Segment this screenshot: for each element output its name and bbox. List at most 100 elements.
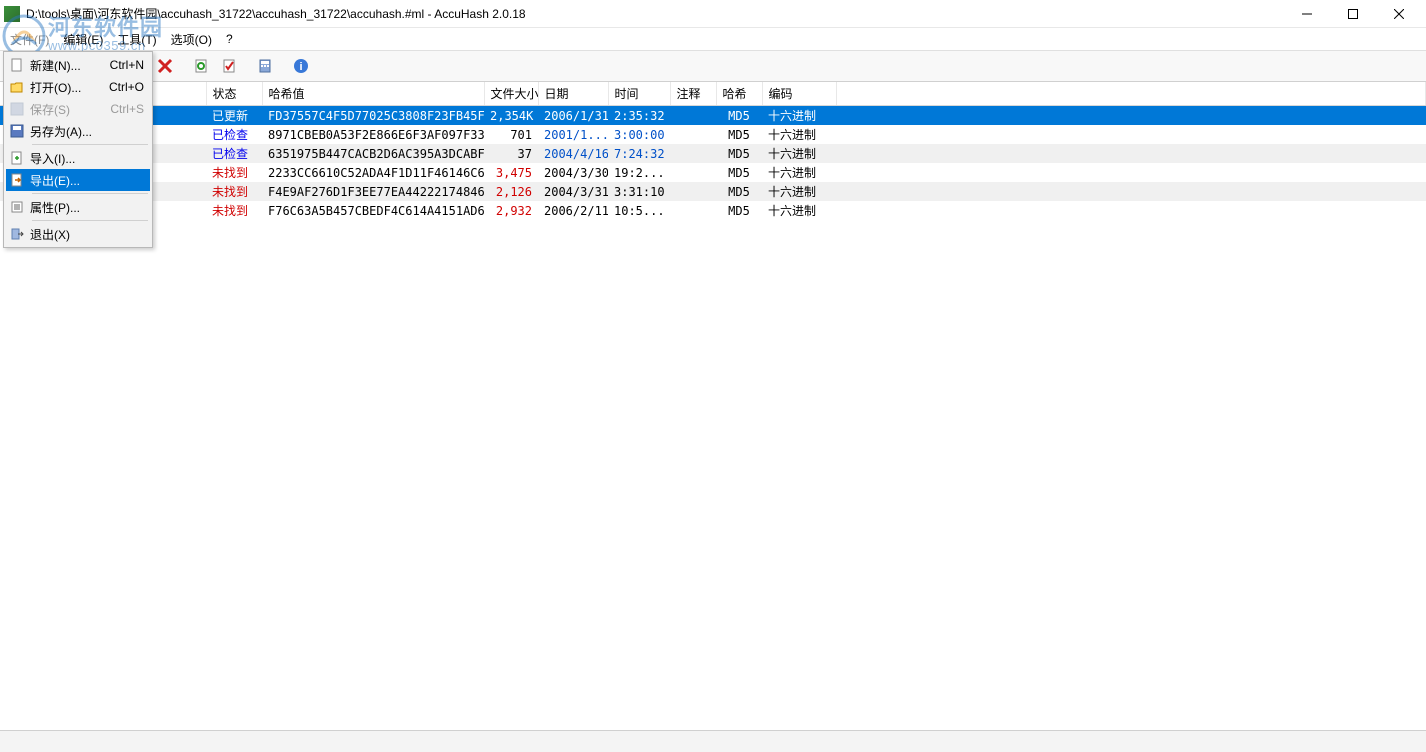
new-file-icon xyxy=(8,57,26,73)
file-menu-dropdown: 新建(N)... Ctrl+N 打开(O)... Ctrl+O 保存(S) Ct… xyxy=(3,51,153,248)
col-note[interactable]: 注释 xyxy=(670,82,716,106)
cell-status: 未找到 xyxy=(206,182,262,201)
table-row[interactable]: 已检查6351975B447CACB2D6AC395A3DCABF3437200… xyxy=(0,144,1426,163)
minimize-button[interactable] xyxy=(1284,0,1330,28)
col-hashval[interactable]: 哈希值 xyxy=(262,82,484,106)
cell-hashval: 6351975B447CACB2D6AC395A3DCABF34 xyxy=(262,144,484,163)
cell-date: 2004/3/30 xyxy=(538,163,608,182)
menu-new[interactable]: 新建(N)... Ctrl+N xyxy=(6,54,150,76)
table-header-row[interactable]: 文件 状态 哈希值 文件大小 日期 时间 注释 哈希 编码 xyxy=(0,82,1426,106)
col-rest xyxy=(836,82,1426,106)
col-status[interactable]: 状态 xyxy=(206,82,262,106)
tool-info[interactable]: i xyxy=(288,53,314,79)
cell-rest xyxy=(836,182,1426,201)
exit-icon xyxy=(8,226,26,242)
menu-exit[interactable]: 退出(X) xyxy=(6,223,150,245)
cell-status: 已检查 xyxy=(206,144,262,163)
cell-alg: MD5 xyxy=(716,106,762,126)
menu-file[interactable]: 文件(F) xyxy=(4,29,55,50)
cell-date: 2001/1... xyxy=(538,125,608,144)
cell-enc: 十六进制 xyxy=(762,106,836,126)
export-icon xyxy=(8,172,26,188)
cell-note xyxy=(670,106,716,126)
cell-time: 3:31:10 xyxy=(608,182,670,201)
close-button[interactable] xyxy=(1376,0,1422,28)
cell-enc: 十六进制 xyxy=(762,182,836,201)
menu-edit[interactable]: 编辑(E) xyxy=(57,29,109,50)
cell-size: 3,475 xyxy=(484,163,538,182)
cell-note xyxy=(670,163,716,182)
table-row[interactable]: 已更新FD37557C4F5D77025C3808F23FB45F272,354… xyxy=(0,106,1426,126)
cell-enc: 十六进制 xyxy=(762,163,836,182)
cell-status: 未找到 xyxy=(206,201,262,220)
menu-save: 保存(S) Ctrl+S xyxy=(6,98,150,120)
cell-status: 已检查 xyxy=(206,125,262,144)
cell-status: 未找到 xyxy=(206,163,262,182)
cell-hashval: FD37557C4F5D77025C3808F23FB45F27 xyxy=(262,106,484,126)
menu-options[interactable]: 选项(O) xyxy=(165,29,218,50)
menu-open[interactable]: 打开(O)... Ctrl+O xyxy=(6,76,150,98)
cell-alg: MD5 xyxy=(716,163,762,182)
menu-tools[interactable]: 工具(T) xyxy=(111,29,162,50)
cell-hashval: 2233CC6610C52ADA4F1D11F46146C6BE xyxy=(262,163,484,182)
tool-delete[interactable] xyxy=(152,53,178,79)
col-size[interactable]: 文件大小 xyxy=(484,82,538,106)
properties-icon xyxy=(8,199,26,215)
tool-check[interactable] xyxy=(216,53,242,79)
table-row[interactable]: 未找到F76C63A5B457CBEDF4C614A4151AD67A2,932… xyxy=(0,201,1426,220)
cell-rest xyxy=(836,201,1426,220)
menu-separator xyxy=(32,193,148,194)
cell-alg: MD5 xyxy=(716,125,762,144)
table-row[interactable]: 未找到2233CC6610C52ADA4F1D11F46146C6BE3,475… xyxy=(0,163,1426,182)
cell-time: 19:2... xyxy=(608,163,670,182)
cell-rest xyxy=(836,163,1426,182)
tool-refresh[interactable] xyxy=(188,53,214,79)
cell-size: 2,126 xyxy=(484,182,538,201)
table-row[interactable]: 已检查8971CBEB0A53F2E866E6F3AF097F334470120… xyxy=(0,125,1426,144)
menu-import[interactable]: 导入(I)... xyxy=(6,147,150,169)
hash-table[interactable]: 文件 状态 哈希值 文件大小 日期 时间 注释 哈希 编码 已更新FD37557… xyxy=(0,82,1426,220)
saveas-icon xyxy=(8,123,26,139)
table-row[interactable]: 未找到F4E9AF276D1F3EE77EA44222174846E82,126… xyxy=(0,182,1426,201)
cell-rest xyxy=(836,106,1426,126)
cell-status: 已更新 xyxy=(206,106,262,126)
menu-help[interactable]: ? xyxy=(220,30,239,48)
save-icon xyxy=(8,101,26,117)
cell-date: 2004/4/16 xyxy=(538,144,608,163)
cell-size: 2,932 xyxy=(484,201,538,220)
cell-note xyxy=(670,144,716,163)
col-enc[interactable]: 编码 xyxy=(762,82,836,106)
folder-open-icon xyxy=(8,79,26,95)
menu-separator xyxy=(32,144,148,145)
cell-size: 2,354K xyxy=(484,106,538,126)
window-title: D:\tools\桌面\河东软件园\accuhash_31722\accuhas… xyxy=(26,5,1284,22)
cell-size: 701 xyxy=(484,125,538,144)
cell-date: 2006/2/11 xyxy=(538,201,608,220)
svg-text:i: i xyxy=(299,61,302,73)
menubar: 文件(F) 编辑(E) 工具(T) 选项(O) ? xyxy=(0,28,1426,50)
cell-enc: 十六进制 xyxy=(762,201,836,220)
cell-time: 7:24:32 xyxy=(608,144,670,163)
col-hash[interactable]: 哈希 xyxy=(716,82,762,106)
maximize-button[interactable] xyxy=(1330,0,1376,28)
menu-separator xyxy=(32,220,148,221)
col-time[interactable]: 时间 xyxy=(608,82,670,106)
toolbar: i xyxy=(0,50,1426,82)
cell-hashval: F4E9AF276D1F3EE77EA44222174846E8 xyxy=(262,182,484,201)
titlebar: D:\tools\桌面\河东软件园\accuhash_31722\accuhas… xyxy=(0,0,1426,28)
cell-size: 37 xyxy=(484,144,538,163)
menu-properties[interactable]: 属性(P)... xyxy=(6,196,150,218)
cell-note xyxy=(670,201,716,220)
cell-note xyxy=(670,182,716,201)
cell-enc: 十六进制 xyxy=(762,144,836,163)
cell-alg: MD5 xyxy=(716,182,762,201)
menu-export[interactable]: 导出(E)... xyxy=(6,169,150,191)
cell-time: 10:5... xyxy=(608,201,670,220)
cell-rest xyxy=(836,144,1426,163)
content-area: 文件 状态 哈希值 文件大小 日期 时间 注释 哈希 编码 已更新FD37557… xyxy=(0,82,1426,730)
col-date[interactable]: 日期 xyxy=(538,82,608,106)
menu-saveas[interactable]: 另存为(A)... xyxy=(6,120,150,142)
cell-time: 3:00:00 xyxy=(608,125,670,144)
cell-alg: MD5 xyxy=(716,144,762,163)
tool-calc[interactable] xyxy=(252,53,278,79)
